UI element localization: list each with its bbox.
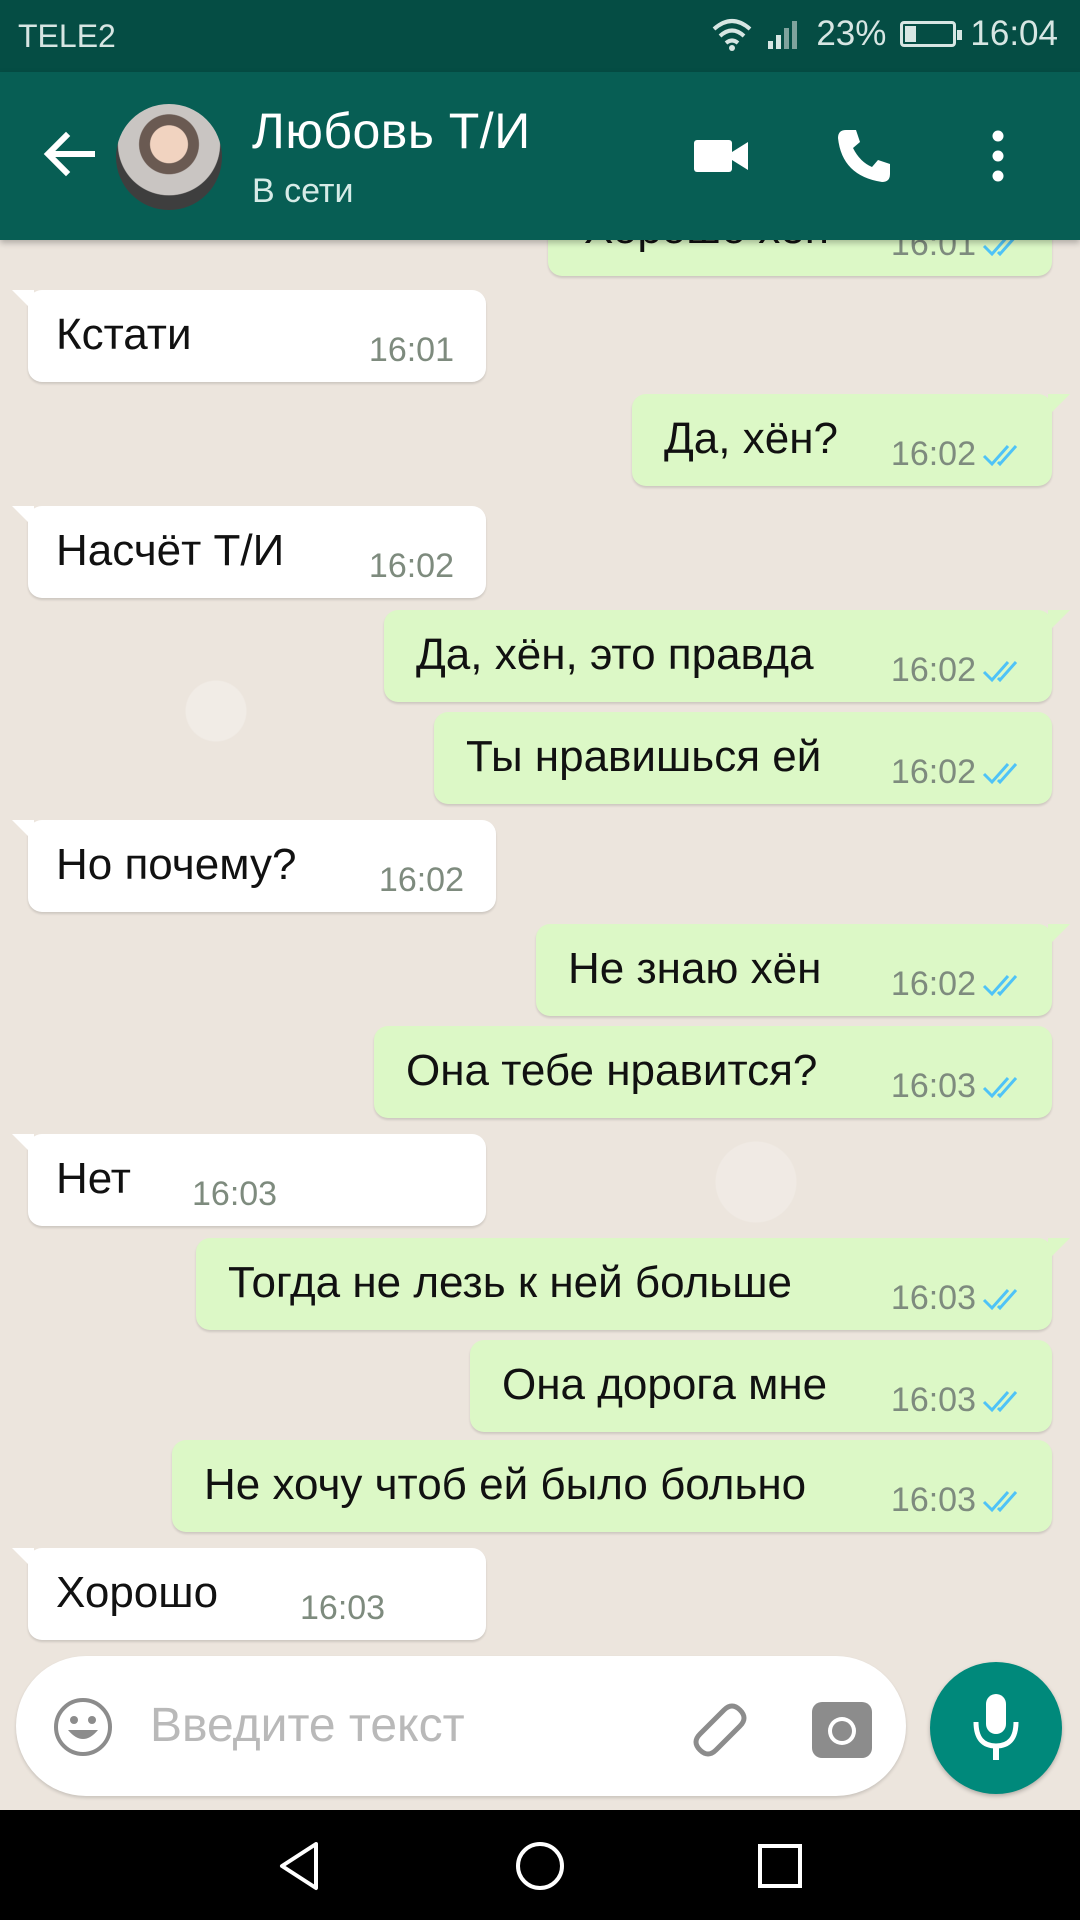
wifi-icon <box>713 19 752 51</box>
message-incoming[interactable]: Насчёт Т/И 16:02 <box>12 506 486 598</box>
signal-icon <box>768 21 798 49</box>
voice-call-icon[interactable] <box>832 124 896 188</box>
read-ticks-icon <box>982 445 1018 467</box>
mic-button[interactable] <box>930 1662 1062 1794</box>
message-text: Хорошо хён <box>584 240 829 254</box>
message-input[interactable]: Введите текст <box>150 1698 465 1753</box>
status-right: 23% 16:04 <box>712 14 1058 54</box>
message-time: 16:03 <box>890 1481 976 1519</box>
read-ticks-icon <box>982 975 1018 997</box>
message-outgoing[interactable]: Она дорога мне 16:03 <box>470 1340 1052 1432</box>
system-nav-bar <box>0 1810 1080 1920</box>
message-incoming[interactable]: Нет 16:03 <box>12 1134 486 1226</box>
nav-back-icon[interactable] <box>272 1838 328 1894</box>
contact-status: В сети <box>252 172 354 210</box>
attach-icon[interactable] <box>686 1698 750 1762</box>
video-call-icon[interactable] <box>690 124 754 188</box>
message-text: Хорошо <box>56 1568 219 1617</box>
read-ticks-icon <box>982 1289 1018 1311</box>
message-outgoing-partial[interactable]: Хорошо хён 16:01 <box>548 240 1052 276</box>
message-incoming[interactable]: Но почему? 16:02 <box>12 820 496 912</box>
message-time: 16:03 <box>890 1067 976 1105</box>
message-text: Кстати <box>56 310 192 359</box>
message-incoming[interactable]: Кстати 16:01 <box>12 290 486 382</box>
message-text: Насчёт Т/И <box>56 526 285 575</box>
camera-icon[interactable] <box>810 1698 874 1762</box>
message-list[interactable]: Хорошо хён 16:01 Кстати 16:01 Да, хён? 1… <box>0 240 1080 1810</box>
battery-fill <box>905 26 916 42</box>
message-time: 16:01 <box>368 331 454 369</box>
message-text: Не знаю хён <box>568 944 822 993</box>
nav-home-icon[interactable] <box>512 1838 568 1894</box>
message-text: Тогда не лезь к ней больше <box>228 1258 792 1307</box>
status-bar: TELE2 23% 16:04 <box>0 0 1080 72</box>
message-time: 16:02 <box>890 435 976 473</box>
microphone-icon <box>973 1694 1019 1760</box>
message-time: 16:02 <box>890 753 976 791</box>
clock: 16:04 <box>970 14 1058 53</box>
message-time: 16:03 <box>890 1279 976 1317</box>
message-outgoing[interactable]: Не хочу чтоб ей было больно 16:03 <box>172 1440 1052 1532</box>
message-text: Нет <box>56 1154 131 1203</box>
message-time: 16:01 <box>890 240 976 263</box>
message-time: 16:03 <box>192 1175 278 1213</box>
message-time: 16:03 <box>890 1381 976 1419</box>
message-text: Она тебе нравится? <box>406 1046 818 1095</box>
message-outgoing[interactable]: Да, хён, это правда 16:02 <box>384 610 1070 702</box>
read-ticks-icon <box>982 1077 1018 1099</box>
message-text: Да, хён? <box>664 414 838 463</box>
more-options-icon[interactable] <box>978 124 1018 188</box>
message-text: Ты нравишься ей <box>466 732 822 781</box>
message-time: 16:02 <box>368 547 454 585</box>
message-text: Она дорога мне <box>502 1360 828 1409</box>
battery-icon <box>900 21 963 47</box>
carrier-label: TELE2 <box>18 18 116 54</box>
message-time: 16:02 <box>890 651 976 689</box>
message-time: 16:02 <box>378 861 464 899</box>
read-ticks-icon <box>982 1491 1018 1513</box>
read-ticks-icon <box>982 1391 1018 1413</box>
message-time: 16:02 <box>890 965 976 1003</box>
contact-avatar[interactable] <box>116 104 222 210</box>
contact-name[interactable]: Любовь Т/И <box>252 102 531 160</box>
message-outgoing[interactable]: Да, хён? 16:02 <box>632 394 1070 486</box>
message-time: 16:03 <box>300 1589 386 1627</box>
emoji-icon[interactable] <box>52 1696 114 1758</box>
back-arrow-icon[interactable] <box>40 124 100 184</box>
message-outgoing[interactable]: Она тебе нравится? 16:03 <box>374 1026 1052 1118</box>
read-ticks-icon <box>982 661 1018 683</box>
nav-recents-icon[interactable] <box>752 1838 808 1894</box>
read-ticks-icon <box>982 240 1015 257</box>
chat-header: Любовь Т/И В сети <box>0 72 1080 240</box>
message-outgoing[interactable]: Не знаю хён 16:02 <box>536 924 1070 1016</box>
message-text: Да, хён, это правда <box>416 630 814 679</box>
read-ticks-icon <box>982 763 1018 785</box>
message-text: Не хочу чтоб ей было больно <box>204 1460 807 1509</box>
battery-percent: 23% <box>816 14 887 53</box>
message-outgoing[interactable]: Тогда не лезь к ней больше 16:03 <box>196 1238 1070 1330</box>
message-text: Но почему? <box>56 840 297 889</box>
message-outgoing[interactable]: Ты нравишься ей 16:02 <box>434 712 1052 804</box>
message-composer: Введите текст <box>16 1656 906 1796</box>
message-incoming[interactable]: Хорошо 16:03 <box>12 1548 486 1640</box>
